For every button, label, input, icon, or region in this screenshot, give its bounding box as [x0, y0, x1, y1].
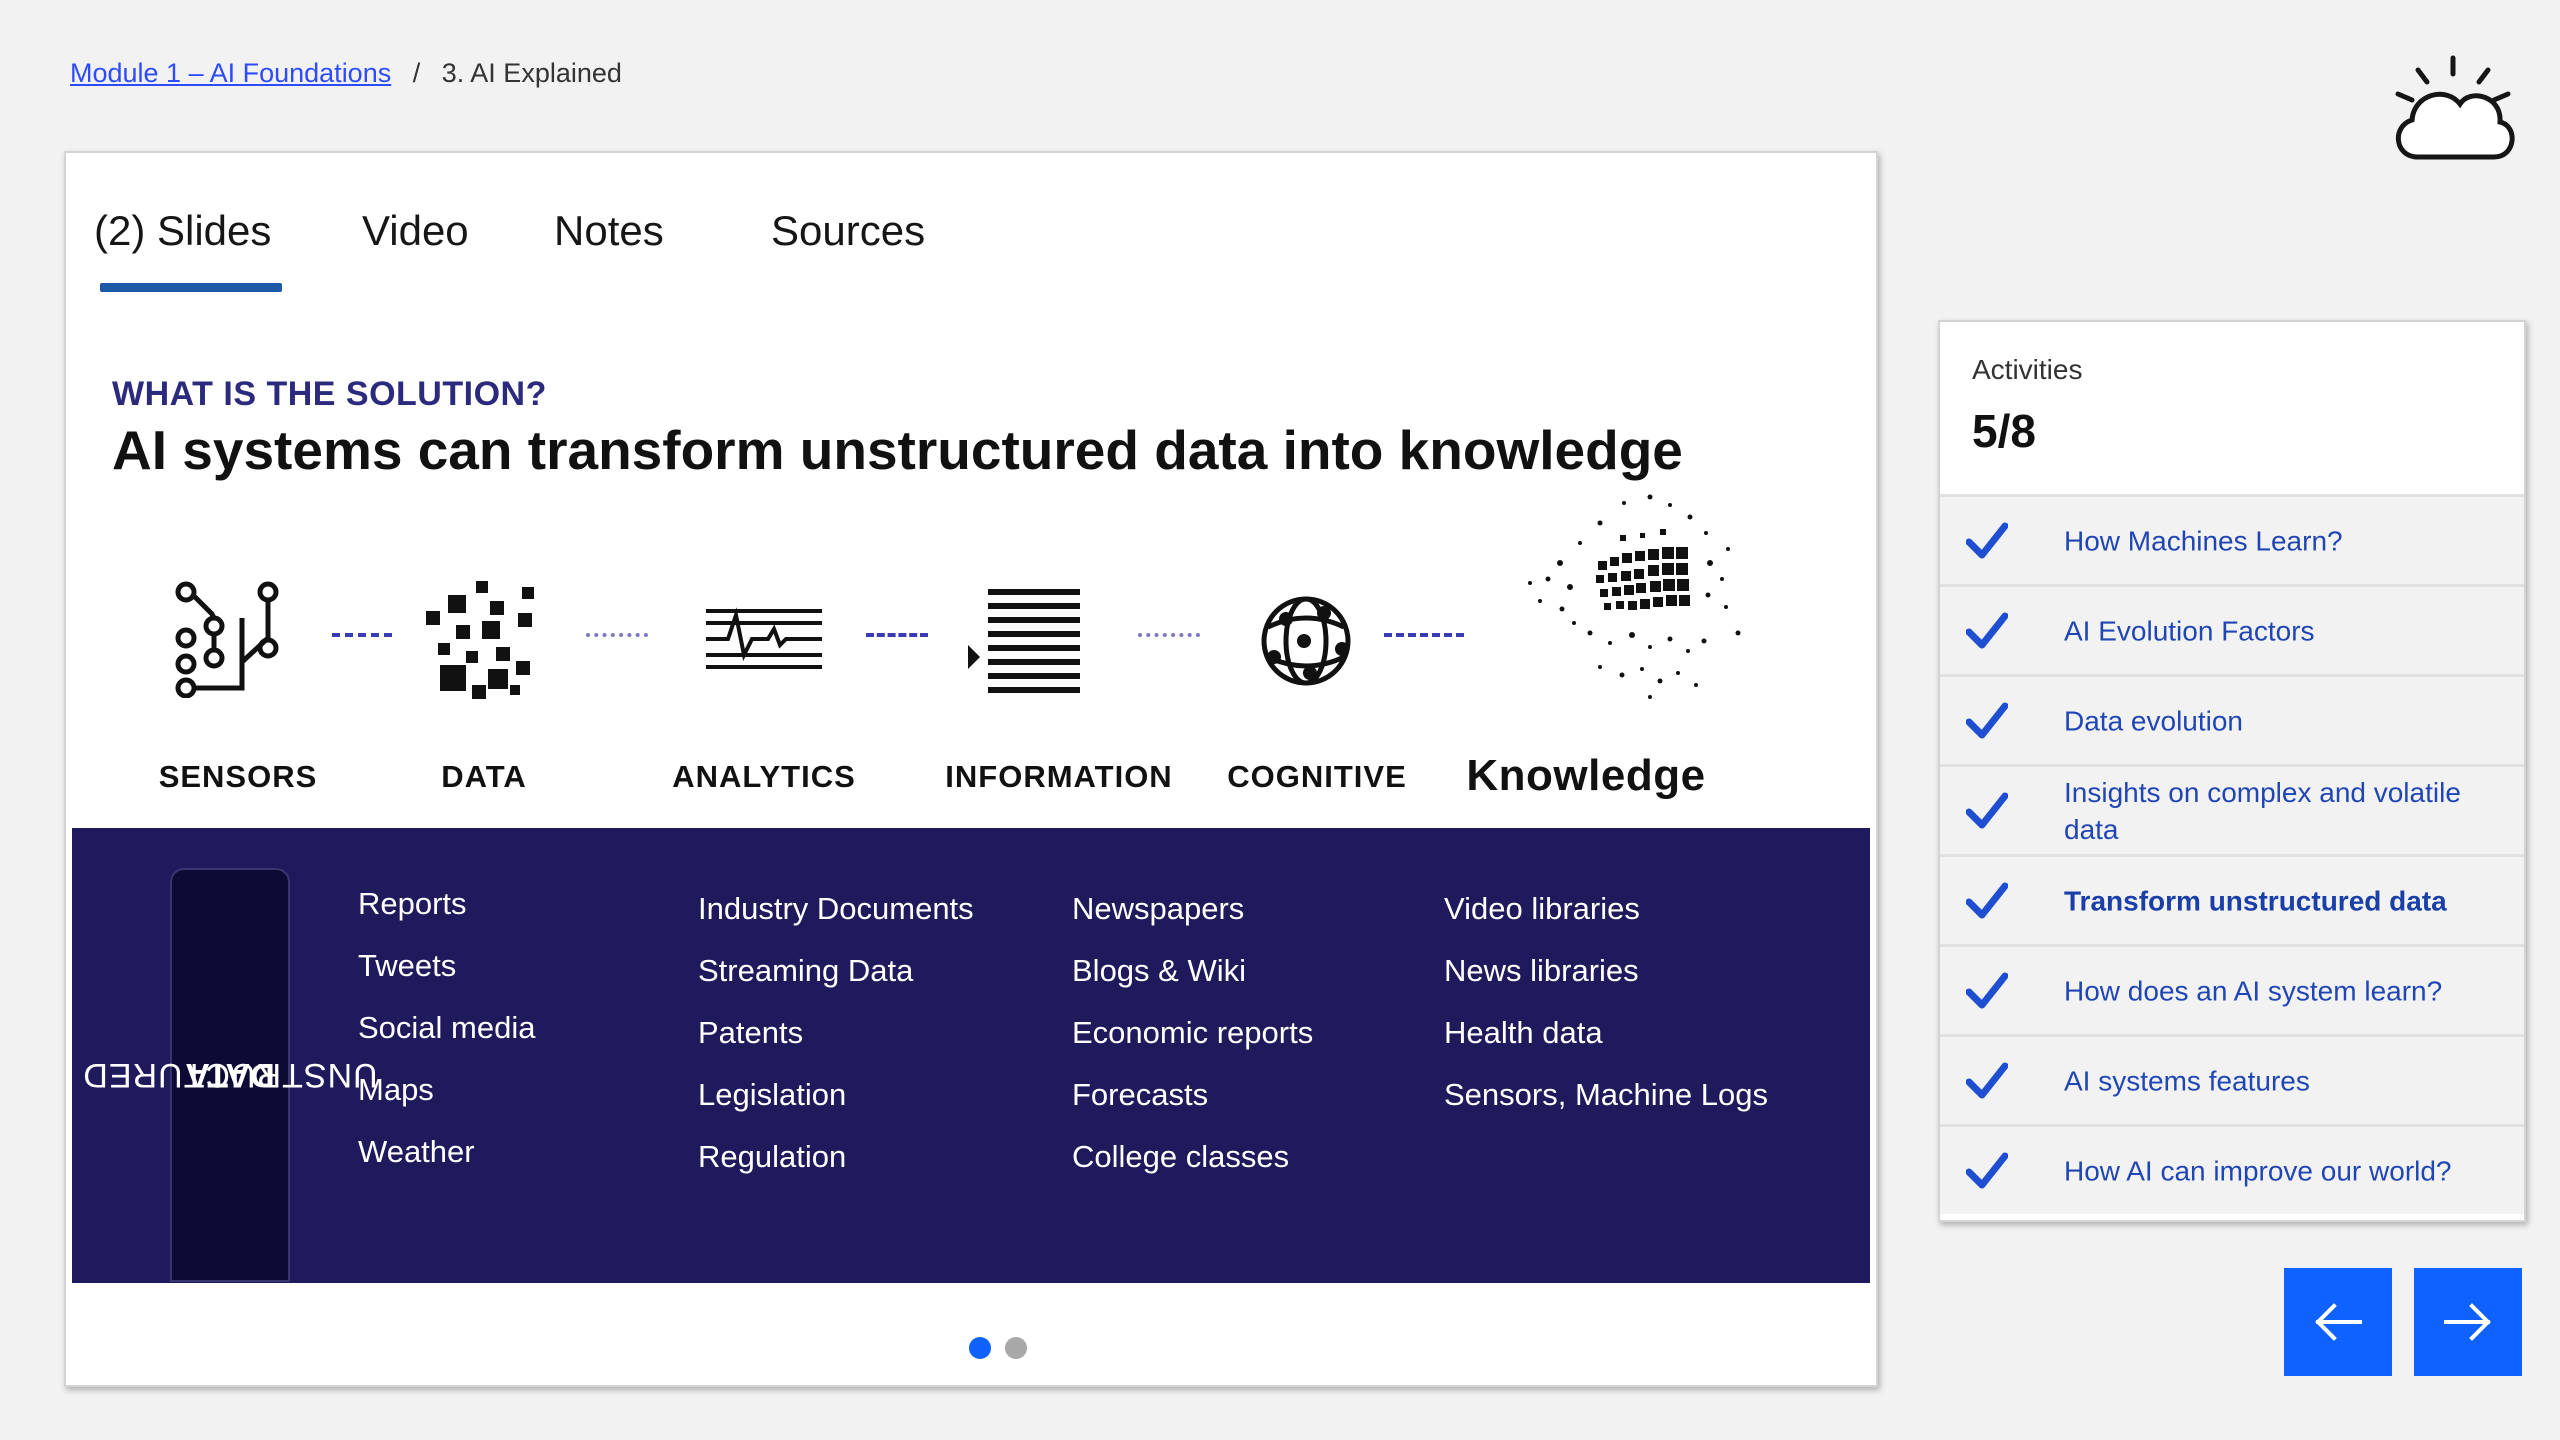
- breadcrumb: Module 1 – AI Foundations / 3. AI Explai…: [70, 58, 622, 89]
- breadcrumb-current: 3. AI Explained: [441, 58, 622, 88]
- list-item: Weather: [358, 1134, 475, 1169]
- analytics-icon: [706, 607, 822, 669]
- stage-label-knowledge: Knowledge: [1466, 751, 1706, 800]
- list-item: Newspapers: [1072, 891, 1245, 926]
- stage-label-data: DATA: [441, 759, 527, 794]
- connector-2: [586, 633, 648, 641]
- activity-item[interactable]: AI systems features: [1940, 1034, 2524, 1124]
- activities-panel: Activities 5/8 How Machines Learn? AI Ev…: [1938, 320, 2526, 1222]
- previous-button[interactable]: [2284, 1268, 2392, 1376]
- cloud-sun-icon: [2395, 55, 2515, 160]
- list-item: Sensors, Machine Logs: [1444, 1077, 1768, 1112]
- checkmark-icon: [1966, 882, 2008, 918]
- arrow-right-icon: [2444, 1303, 2491, 1341]
- checkmark-icon: [1966, 612, 2008, 648]
- activity-label: How AI can improve our world?: [2064, 1155, 2452, 1186]
- list-item: Streaming Data: [698, 953, 914, 988]
- stage-label-information: INFORMATION: [945, 759, 1173, 794]
- activity-item[interactable]: How Machines Learn?: [1940, 494, 2524, 584]
- checkmark-icon: [1966, 522, 2008, 558]
- checkmark-icon: [1966, 702, 2008, 738]
- slide-kicker: WHAT IS THE SOLUTION?: [112, 375, 547, 413]
- tab-notes[interactable]: Notes: [554, 207, 664, 255]
- list-item: Regulation: [698, 1139, 847, 1174]
- list-item: Legislation: [698, 1077, 847, 1112]
- checkmark-icon: [1966, 792, 2008, 828]
- pager-dot-2[interactable]: [1005, 1337, 1027, 1359]
- list-item: News libraries: [1444, 953, 1639, 988]
- list-item: Blogs & Wiki: [1072, 953, 1246, 988]
- activity-item[interactable]: AI Evolution Factors: [1940, 584, 2524, 674]
- breadcrumb-separator: /: [412, 58, 421, 88]
- activity-label: Data evolution: [2064, 705, 2244, 736]
- data-column-1: Reports Tweets Social media Maps Weather: [358, 873, 535, 1183]
- activity-item[interactable]: Insights on complex and volatile data: [1940, 764, 2524, 854]
- list-item: Forecasts: [1072, 1077, 1209, 1112]
- activities-list: How Machines Learn? AI Evolution Factors…: [1940, 494, 2524, 1214]
- list-item: Video libraries: [1444, 891, 1640, 926]
- activity-label: How Machines Learn?: [2064, 525, 2343, 556]
- activity-label: AI Evolution Factors: [2064, 615, 2315, 646]
- activity-label: How does an AI system learn?: [2064, 975, 2443, 1006]
- lesson-card: (2) Slides Video Notes Sources WHAT IS T…: [64, 151, 1878, 1387]
- slide-title: AI systems can transform unstructured da…: [112, 419, 1683, 481]
- tab-sources[interactable]: Sources: [771, 207, 925, 255]
- data-icon: [426, 581, 534, 699]
- stage-label-analytics: ANALYTICS: [672, 759, 856, 794]
- checkmark-icon: [1966, 1152, 2008, 1188]
- connector-4: [1138, 633, 1200, 641]
- activities-progress: 5/8: [1972, 405, 2036, 457]
- list-item: Industry Documents: [698, 891, 974, 926]
- activity-label: AI systems features: [2064, 1065, 2310, 1096]
- stage-label-sensors: SENSORS: [158, 759, 318, 794]
- activity-label: Transform unstructured data: [2064, 885, 2447, 916]
- list-item: Health data: [1444, 1015, 1603, 1050]
- checkmark-icon: [1966, 1062, 2008, 1098]
- connector-1: [332, 633, 392, 641]
- unstructured-data-label-box: UNSTRUCTURED DATA: [82, 868, 378, 1282]
- checkmark-icon: [1966, 972, 2008, 1008]
- activity-item-active[interactable]: Transform unstructured data: [1940, 854, 2524, 944]
- data-column-3: Newspapers Blogs & Wiki Economic reports…: [1072, 878, 1313, 1188]
- tab-slides[interactable]: (2) Slides: [94, 207, 271, 255]
- activity-item[interactable]: How AI can improve our world?: [1940, 1124, 2524, 1214]
- next-button[interactable]: [2414, 1268, 2522, 1376]
- pager-dot-1[interactable]: [969, 1337, 991, 1359]
- unstructured-data-panel: UNSTRUCTURED DATA Reports Tweets Social …: [72, 828, 1870, 1283]
- connector-5: [1384, 633, 1464, 641]
- sensors-icon: [175, 581, 279, 698]
- data-column-2: Industry Documents Streaming Data Patent…: [698, 878, 974, 1188]
- list-item: Maps: [358, 1072, 434, 1107]
- activity-item[interactable]: Data evolution: [1940, 674, 2524, 764]
- active-tab-indicator: [100, 283, 282, 292]
- list-item: Tweets: [358, 948, 457, 983]
- list-item: Economic reports: [1072, 1015, 1314, 1050]
- tab-video[interactable]: Video: [362, 207, 469, 255]
- cognitive-globe-icon: [1261, 596, 1351, 686]
- activity-label: Insights on complex and volatile data: [2064, 776, 2461, 845]
- list-item: Reports: [358, 886, 467, 921]
- list-item: Social media: [358, 1010, 536, 1045]
- stage-label-cognitive: COGNITIVE: [1227, 759, 1407, 794]
- panel-label-line2: DATA: [185, 1056, 275, 1094]
- activities-heading: Activities: [1972, 354, 2083, 385]
- list-item: Patents: [698, 1015, 804, 1050]
- activity-item[interactable]: How does an AI system learn?: [1940, 944, 2524, 1034]
- list-item: College classes: [1072, 1139, 1290, 1174]
- information-icon: [968, 589, 1080, 693]
- data-column-4: Video libraries News libraries Health da…: [1444, 878, 1768, 1126]
- knowledge-particles-icon: [1528, 494, 1741, 699]
- connector-3: [866, 633, 928, 641]
- breadcrumb-module-link[interactable]: Module 1 – AI Foundations: [70, 58, 391, 88]
- arrow-left-icon: [2315, 1303, 2362, 1341]
